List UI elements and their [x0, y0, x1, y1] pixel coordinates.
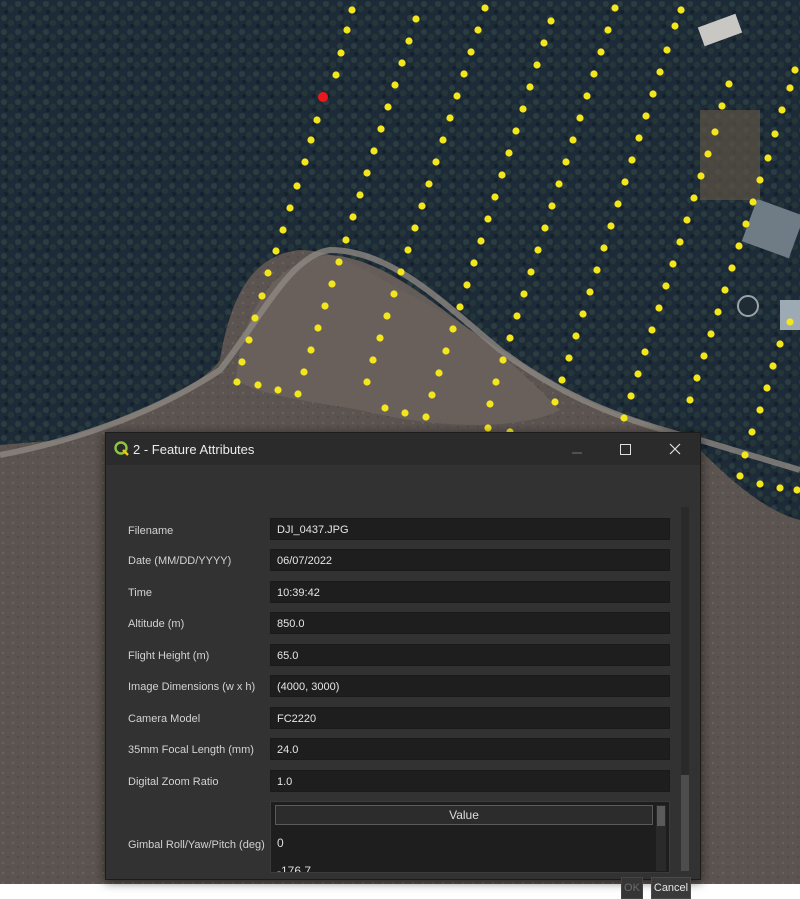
- ok-button[interactable]: OK: [621, 877, 643, 899]
- field-label-digital-zoom: Digital Zoom Ratio: [128, 776, 219, 788]
- focal-length-field[interactable]: 24.0: [270, 738, 670, 760]
- field-label-image-dimensions: Image Dimensions (w x h): [128, 681, 256, 693]
- field-label-gimbal: Gimbal Roll/Yaw/Pitch (deg): [128, 839, 265, 851]
- field-label-altitude: Altitude (m): [128, 618, 185, 630]
- minimize-button[interactable]: [553, 433, 601, 465]
- table-row[interactable]: 0: [277, 836, 284, 850]
- table-scrollbar[interactable]: [656, 805, 666, 871]
- current-waypoint-marker[interactable]: [318, 92, 328, 102]
- field-label-filename: Filename: [128, 525, 174, 537]
- table-row[interactable]: -176.7: [277, 864, 311, 872]
- maximize-icon: [619, 443, 631, 455]
- digital-zoom-field[interactable]: 1.0: [270, 770, 670, 792]
- image-dimensions-field[interactable]: (4000, 3000): [270, 675, 670, 697]
- camera-model-field[interactable]: FC2220: [270, 707, 670, 729]
- close-button[interactable]: [651, 433, 699, 465]
- cancel-button[interactable]: Cancel: [651, 877, 691, 899]
- attributes-form: Filename DJI_0437.JPG Date (MM/DD/YYYY) …: [106, 465, 700, 899]
- time-field[interactable]: 10:39:42: [270, 581, 670, 603]
- table-scrollbar-thumb[interactable]: [657, 806, 665, 826]
- field-label-date: Date (MM/DD/YYYY): [128, 555, 232, 567]
- minimize-icon: [572, 452, 582, 454]
- date-field[interactable]: 06/07/2022: [270, 549, 670, 571]
- dialog-title: 2 - Feature Attributes: [133, 442, 255, 457]
- gimbal-values-table[interactable]: Value 0 -176.7: [270, 801, 670, 873]
- maximize-button[interactable]: [601, 433, 649, 465]
- table-column-header[interactable]: Value: [275, 805, 653, 825]
- feature-attributes-dialog: 2 - Feature Attributes Filename DJI_0437…: [105, 432, 701, 899]
- form-scrollbar-thumb[interactable]: [681, 775, 689, 871]
- filename-field[interactable]: DJI_0437.JPG: [270, 518, 670, 540]
- qgis-logo-icon: [114, 441, 129, 456]
- flight-height-field[interactable]: 65.0: [270, 644, 670, 666]
- dialog-titlebar[interactable]: 2 - Feature Attributes: [106, 433, 700, 465]
- altitude-field[interactable]: 850.0: [270, 612, 670, 634]
- field-label-time: Time: [128, 587, 153, 599]
- form-scrollbar[interactable]: [681, 507, 689, 871]
- close-icon: [669, 443, 681, 455]
- time-value: 10:39:42: [277, 587, 320, 599]
- field-label-camera-model: Camera Model: [128, 713, 201, 725]
- field-label-focal-length: 35mm Focal Length (mm): [128, 744, 254, 756]
- field-label-flight-height: Flight Height (m): [128, 650, 210, 662]
